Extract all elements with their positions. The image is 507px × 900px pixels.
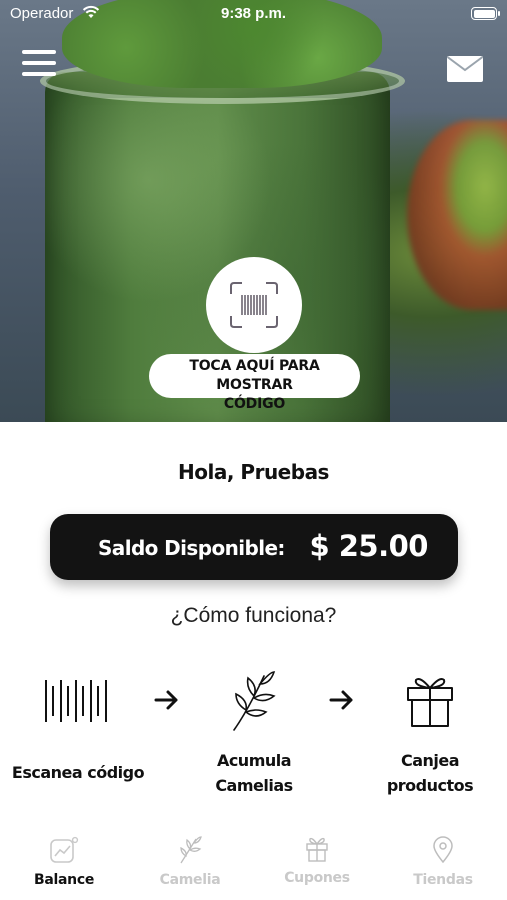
barcode-icon — [45, 680, 107, 722]
barcode-scan-icon — [230, 282, 278, 328]
balance-amount: $ 25.00 — [309, 529, 428, 563]
mail-icon[interactable] — [446, 55, 484, 83]
battery-icon — [471, 7, 500, 20]
location-pin-icon — [433, 836, 453, 864]
show-code-button[interactable] — [206, 257, 302, 353]
gift-icon — [407, 678, 453, 727]
arrow-right-icon — [154, 690, 178, 710]
tab-cupones[interactable]: Cupones — [262, 820, 372, 900]
status-bar: Operador 9:38 p.m. — [0, 0, 507, 28]
leaf-branch-icon — [233, 671, 276, 731]
bottom-tab-bar: Balance Camelia Cupones Tiendas — [0, 820, 507, 900]
step-label-accumulate: Acumula Camelias — [215, 751, 293, 795]
tab-camelia[interactable]: Camelia — [135, 820, 245, 900]
tab-tiendas[interactable]: Tiendas — [388, 820, 498, 900]
balance-label: Saldo Disponible: — [98, 536, 285, 560]
clock-label: 9:38 p.m. — [220, 5, 287, 22]
how-it-works-title: ¿Cómo funciona? — [170, 604, 337, 627]
step-label-redeem: Canjea productos — [386, 751, 474, 795]
matcha-bowl-decoration — [407, 120, 507, 310]
tab-balance[interactable]: Balance — [9, 820, 119, 900]
scan-prompt-line1: TOCA AQUÍ PARA MOSTRAR — [189, 358, 320, 393]
gift-icon — [306, 837, 328, 862]
greeting-text: Hola, Pruebas — [178, 460, 329, 484]
balance-card: Saldo Disponible: $ 25.00 — [50, 514, 458, 580]
chart-icon — [50, 836, 79, 863]
tab-balance-label: Balance — [33, 872, 95, 888]
tab-camelia-label: Camelia — [159, 872, 221, 888]
hamburger-menu-icon[interactable] — [22, 50, 56, 78]
tab-tiendas-label: Tiendas — [413, 872, 473, 888]
step-label-scan: Escanea código — [11, 763, 145, 782]
tab-cupones-label: Cupones — [284, 870, 350, 886]
arrow-right-icon — [329, 690, 353, 710]
leaf-icon — [180, 836, 202, 864]
show-code-label-button[interactable]: TOCA AQUÍ PARA MOSTRAR CÓDIGO — [149, 354, 360, 412]
scan-prompt-line2: CÓDIGO — [223, 396, 286, 412]
